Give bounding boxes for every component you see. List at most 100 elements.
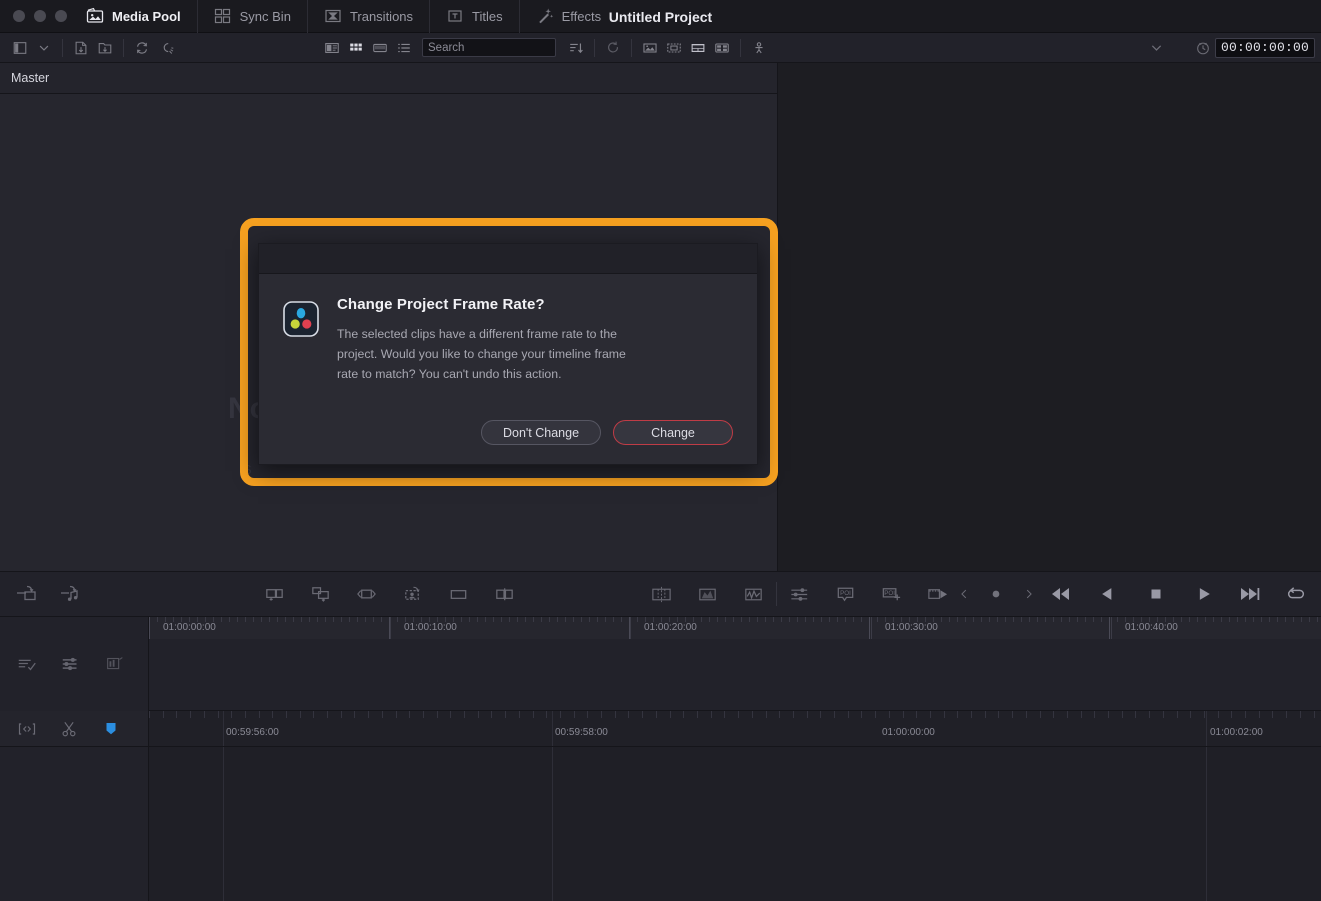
split-clip-icon[interactable] xyxy=(491,581,517,607)
transport-bar: POI POI xyxy=(0,571,1321,617)
zoom-window-button[interactable] xyxy=(55,10,67,22)
timeline-lower-header xyxy=(0,711,149,901)
smart-bin-icon[interactable] xyxy=(662,37,686,59)
record-icon[interactable] xyxy=(983,581,1009,607)
timeline-view-options-icon[interactable] xyxy=(14,651,40,677)
prev-marker-icon[interactable] xyxy=(951,581,977,607)
filmstrip-strip-icon[interactable] xyxy=(686,37,710,59)
dialog-titlebar xyxy=(259,244,757,274)
chevron-down-icon[interactable] xyxy=(1145,37,1169,59)
track-layout-icon[interactable] xyxy=(58,651,84,677)
playback-controls xyxy=(951,581,1321,607)
tab-media-pool[interactable]: Media Pool xyxy=(70,0,197,33)
audio-meters-icon[interactable] xyxy=(102,651,128,677)
timeline-lower-ruler[interactable]: 00:59:56:00 00:59:58:00 01:00:00:00 01:0… xyxy=(149,711,1321,747)
timeline-lower-tools xyxy=(0,711,148,747)
change-project-frame-rate-dialog[interactable]: Change Project Frame Rate? The selected … xyxy=(258,243,758,465)
dont-change-button[interactable]: Don't Change xyxy=(481,420,601,445)
adjust-clip-icon[interactable] xyxy=(787,581,813,607)
flag-icon[interactable] xyxy=(98,716,124,742)
minimize-window-button[interactable] xyxy=(34,10,46,22)
razor-cut-icon[interactable] xyxy=(56,716,82,742)
svg-text:POI: POI xyxy=(885,589,896,596)
ruler-tick-label: 01:00:40:00 xyxy=(1125,622,1178,633)
media-pool-toolbar: Search xyxy=(0,33,777,63)
poi-marker-icon[interactable]: POI xyxy=(833,581,859,607)
tab-label: Effects xyxy=(561,8,602,24)
refresh-icon[interactable] xyxy=(601,37,625,59)
timeline-upper: 01:00:00:00 01:00:10:00 01:00:20:00 01:0… xyxy=(0,617,1321,711)
sort-order-icon[interactable] xyxy=(564,37,588,59)
filmstrip-view-icon[interactable] xyxy=(368,37,392,59)
tab-label: Sync Bin xyxy=(239,8,291,24)
timecode-clock-icon[interactable] xyxy=(1191,37,1215,59)
histogram-icon[interactable] xyxy=(694,581,720,607)
lower-ruler-tick-label: 01:00:00:00 xyxy=(882,727,935,738)
safe-area-icon[interactable] xyxy=(648,581,674,607)
titles-icon xyxy=(446,7,464,25)
play-reverse-icon[interactable] xyxy=(1095,581,1121,607)
sync-clips-icon[interactable] xyxy=(130,37,154,59)
title-bar: Media Pool Sync Bin Transitions Titles E… xyxy=(0,0,1321,33)
toolbar-divider xyxy=(62,38,63,57)
tab-label: Titles xyxy=(472,8,503,24)
render-clip-icon[interactable] xyxy=(925,581,951,607)
stop-icon[interactable] xyxy=(1143,581,1169,607)
person-detect-icon[interactable] xyxy=(747,37,771,59)
transport-marker-group: POI POI xyxy=(787,581,951,607)
list-view-icon[interactable] xyxy=(392,37,416,59)
append-audio-icon[interactable] xyxy=(58,581,84,607)
dialog-actions: Don't Change Change xyxy=(481,420,733,445)
change-button[interactable]: Change xyxy=(613,420,733,445)
toolbar-divider xyxy=(594,38,595,57)
window-controls[interactable] xyxy=(0,10,70,22)
play-forward-icon[interactable] xyxy=(1191,581,1217,607)
transitions-icon xyxy=(324,7,342,25)
transport-left-group xyxy=(0,581,247,607)
sync-bin-icon xyxy=(214,7,232,25)
timeline-upper-header xyxy=(0,617,149,711)
tab-effects[interactable]: Effects xyxy=(518,0,618,33)
jump-end-icon[interactable] xyxy=(1237,581,1263,607)
place-on-top-icon[interactable] xyxy=(307,581,333,607)
search-placeholder: Search xyxy=(428,41,465,54)
timeline-upper-tracks[interactable] xyxy=(149,639,1321,710)
close-window-button[interactable] xyxy=(13,10,25,22)
grid-group-icon[interactable] xyxy=(710,37,734,59)
svg-text:POI: POI xyxy=(841,589,852,596)
tab-titles[interactable]: Titles xyxy=(429,0,519,33)
davinci-resolve-icon xyxy=(283,301,319,337)
waveform-icon[interactable] xyxy=(740,581,766,607)
metadata-view-icon[interactable] xyxy=(320,37,344,59)
add-poi-icon[interactable]: POI xyxy=(879,581,905,607)
bin-list-toggle-icon[interactable] xyxy=(8,37,32,59)
loop-icon[interactable] xyxy=(1283,581,1309,607)
bin-breadcrumb[interactable]: Master xyxy=(0,63,777,94)
jump-start-icon[interactable] xyxy=(1047,581,1073,607)
import-media-icon[interactable] xyxy=(69,37,93,59)
overwrite-icon[interactable] xyxy=(445,581,471,607)
search-input[interactable]: Search xyxy=(422,38,556,57)
timeline-lower-tracks[interactable] xyxy=(149,747,1321,901)
davinci-resolve-window: Media Pool Sync Bin Transitions Titles E… xyxy=(0,0,1321,901)
source-viewer[interactable] xyxy=(777,63,1321,571)
toolbar-divider xyxy=(123,38,124,57)
fit-to-fill-icon[interactable] xyxy=(399,581,425,607)
append-video-icon[interactable] xyxy=(14,581,40,607)
unlink-clips-icon[interactable] xyxy=(154,37,178,59)
thumbnail-view-icon[interactable] xyxy=(344,37,368,59)
viewer-timecode-field[interactable]: 00:00:00:00 xyxy=(1214,37,1315,58)
source-overwrite-icon[interactable] xyxy=(261,581,287,607)
color-tag-icon[interactable] xyxy=(638,37,662,59)
effects-icon xyxy=(536,7,554,25)
in-out-range-icon[interactable] xyxy=(14,716,40,742)
tab-sync-bin[interactable]: Sync Bin xyxy=(196,0,307,33)
timeline-upper-ruler[interactable]: 01:00:00:00 01:00:10:00 01:00:20:00 01:0… xyxy=(149,617,1321,639)
next-marker-icon[interactable] xyxy=(1015,581,1041,607)
dialog-text-block: Change Project Frame Rate? The selected … xyxy=(337,296,647,384)
tab-transitions[interactable]: Transitions xyxy=(306,0,429,33)
chevron-down-icon[interactable] xyxy=(32,37,56,59)
ripple-overwrite-icon[interactable] xyxy=(353,581,379,607)
import-folder-icon[interactable] xyxy=(93,37,117,59)
lower-ruler-tick-label: 00:59:56:00 xyxy=(226,727,279,738)
